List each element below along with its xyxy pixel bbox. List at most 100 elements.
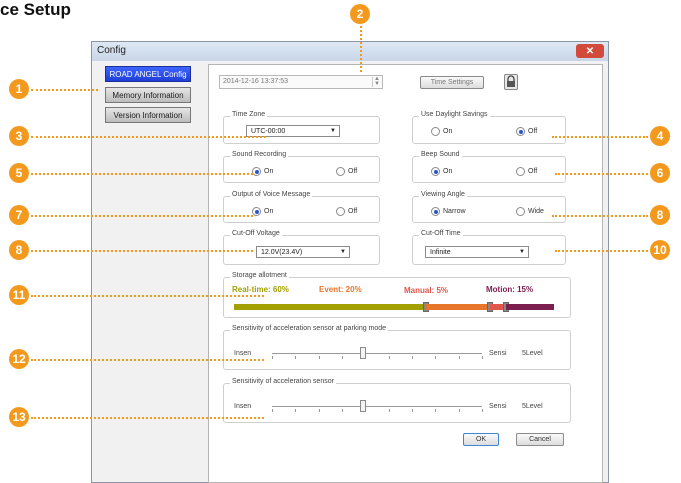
time-settings-button[interactable]: Time Settings: [420, 76, 484, 89]
parking-sensor-track: [272, 353, 482, 354]
radio-dot: [336, 207, 345, 216]
slider-tick: [458, 356, 460, 359]
beep-on-radio[interactable]: On: [431, 167, 452, 176]
parking-sensor-max-label: Sensi: [489, 350, 507, 357]
cutoff-time-select[interactable]: Infinite ▼: [425, 246, 529, 258]
accel-sensor-legend: Sensitivity of acceleration sensor: [230, 378, 336, 385]
storage-segment-motion: [506, 304, 554, 310]
close-button[interactable]: ✕: [576, 44, 604, 58]
cutoff-time-legend: Cut-Off Time: [419, 230, 463, 237]
daylight-off-radio[interactable]: Off: [516, 127, 537, 136]
voice-message-on-radio[interactable]: On: [252, 207, 273, 216]
callout-badge: 4: [650, 126, 670, 146]
radio-dot: [252, 207, 261, 216]
sound-recording-on-radio[interactable]: On: [252, 167, 273, 176]
cutoff-time-value: Infinite: [430, 248, 451, 256]
slider-tick: [482, 409, 483, 412]
radio-label: Off: [348, 168, 358, 175]
callout-badge: 3: [9, 126, 29, 146]
slider-tick: [482, 356, 483, 359]
beep-off-radio[interactable]: Off: [516, 167, 537, 176]
window-title: Config: [97, 45, 126, 56]
slider-tick: [435, 409, 437, 412]
slider-tick: [272, 409, 273, 412]
callout-leader: [31, 295, 264, 297]
radio-dot: [516, 167, 525, 176]
radio-dot: [431, 167, 440, 176]
callout-leader: [555, 173, 648, 175]
radio-label: Off: [528, 168, 538, 175]
accel-sensor-max-label: Sensi: [489, 403, 507, 410]
parking-sensor-ticks: [272, 356, 483, 360]
callout-badge: 5: [9, 163, 29, 183]
radio-label: On: [264, 168, 274, 175]
chevron-down-icon: ▼: [340, 249, 346, 255]
voice-message-off-radio[interactable]: Off: [336, 207, 357, 216]
callout-badge: 11: [9, 285, 29, 305]
parking-sensor-legend: Sensitivity of acceleration sensor at pa…: [230, 325, 389, 332]
parking-sensor-slider-thumb[interactable]: [360, 347, 366, 359]
viewing-angle-narrow-radio[interactable]: Narrow: [431, 207, 466, 216]
accel-sensor-group: Sensitivity of acceleration sensor Insen…: [223, 378, 571, 423]
parking-sensor-level: 5Level: [522, 350, 543, 357]
menu-road-angel-config[interactable]: ROAD ANGEL Config: [105, 66, 191, 82]
storage-manual-label: Manual: 5%: [404, 286, 449, 295]
cutoff-voltage-select[interactable]: 12.0V(23.4V) ▼: [256, 246, 350, 258]
daylight-on-radio[interactable]: On: [431, 127, 452, 136]
viewing-angle-wide-radio[interactable]: Wide: [516, 207, 544, 216]
callout-badge: 10: [650, 240, 670, 260]
accel-sensor-level: 5Level: [522, 403, 543, 410]
menu-version-information[interactable]: Version Information: [105, 107, 191, 123]
daylight-savings-legend: Use Daylight Savings: [419, 111, 490, 118]
datetime-field[interactable]: 2014-12-16 13:37:53 ▲ ▼: [219, 75, 383, 89]
beep-sound-group: Beep Sound On Off: [412, 151, 566, 183]
callout-badge: 8: [650, 205, 670, 225]
storage-segment-event: [426, 304, 490, 310]
radio-dot: [431, 127, 440, 136]
radio-dot: [336, 167, 345, 176]
callout-badge: 8: [9, 240, 29, 260]
storage-event-label: Event: 20%: [319, 285, 362, 294]
storage-allotment-legend: Storage allotment: [230, 272, 289, 279]
parking-sensor-min-label: Insen: [234, 350, 252, 357]
beep-sound-legend: Beep Sound: [419, 151, 462, 158]
radio-dot: [431, 207, 440, 216]
lock-button[interactable]: [504, 74, 518, 90]
radio-label: Off: [528, 128, 538, 135]
radio-label: On: [443, 128, 453, 135]
config-panel: 2014-12-16 13:37:53 ▲ ▼ Time Settings Tim…: [208, 64, 603, 483]
cancel-button[interactable]: Cancel: [516, 433, 564, 446]
accel-sensor-slider-thumb[interactable]: [360, 400, 366, 412]
chevron-down-icon: ▼: [330, 128, 336, 134]
callout-leader: [555, 250, 648, 252]
callout-leader: [552, 136, 648, 138]
slider-tick: [388, 356, 390, 359]
accel-sensor-track: [272, 406, 482, 407]
slider-tick: [458, 409, 460, 412]
callout-leader: [31, 173, 253, 175]
callout-leader: [360, 26, 362, 72]
slider-tick: [342, 356, 343, 359]
time-zone-group: Time Zone UTC-00:00 ▼: [223, 111, 380, 144]
slider-tick: [295, 356, 297, 359]
daylight-savings-group: Use Daylight Savings On Off: [412, 111, 566, 144]
radio-label: On: [443, 168, 453, 175]
storage-realtime-label: Real-time: 60%: [232, 285, 289, 294]
menu-memory-information[interactable]: Memory Information: [105, 87, 191, 103]
storage-motion-label: Motion: 15%: [486, 285, 534, 294]
callout-badge: 2: [350, 4, 370, 24]
sound-recording-off-radio[interactable]: Off: [336, 167, 357, 176]
radio-label: On: [264, 208, 274, 215]
callout-leader: [31, 136, 266, 138]
callout-leader: [31, 215, 253, 217]
slider-tick: [412, 409, 413, 412]
callout-leader: [31, 250, 253, 252]
spin-up-down-icon[interactable]: ▲ ▼: [372, 76, 381, 87]
ok-button[interactable]: OK: [463, 433, 499, 446]
slider-tick: [295, 409, 297, 412]
voice-message-group: Output of Voice Message On Off: [223, 191, 380, 223]
storage-allotment-group: Storage allotment Real-time: 60% Event: …: [223, 272, 571, 318]
slider-tick: [342, 409, 343, 412]
page-heading: ce Setup: [0, 0, 71, 19]
slider-tick: [272, 356, 273, 359]
